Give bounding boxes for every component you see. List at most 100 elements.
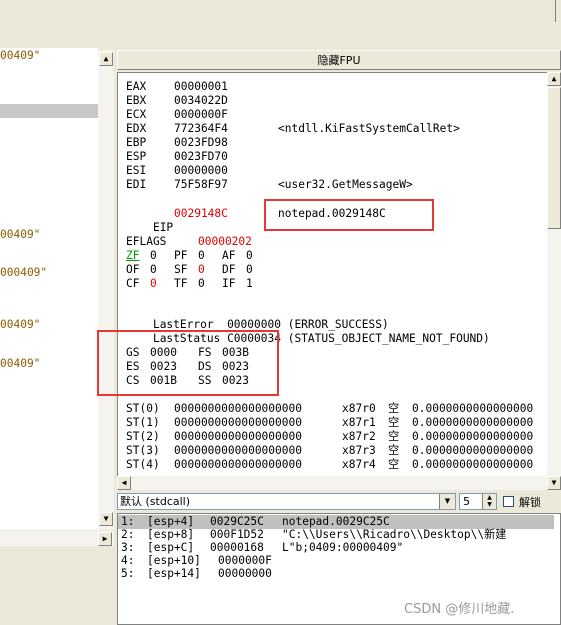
eip-value[interactable]: 0029148C bbox=[174, 207, 228, 221]
stack-arg-value[interactable]: 00000000 bbox=[218, 567, 272, 581]
top-splitter bbox=[555, 0, 561, 22]
watermark: CSDN @修川地藏. bbox=[404, 602, 515, 617]
flag-value[interactable]: 0 bbox=[150, 277, 157, 291]
left-bottom-blank bbox=[0, 546, 114, 625]
scroll-thumb[interactable] bbox=[547, 87, 561, 229]
last-status-desc: (STATUS_OBJECT_NAME_NOT_FOUND) bbox=[287, 332, 490, 345]
fpu-tag: x87r3 bbox=[342, 444, 376, 457]
stack-arg-ref: [esp+C] bbox=[147, 541, 195, 554]
register-value[interactable]: 772364F4 bbox=[174, 122, 228, 136]
stack-arg-index: 3: bbox=[121, 541, 135, 554]
scroll-up-icon[interactable]: ▲ bbox=[99, 52, 113, 66]
stack-arg-value[interactable]: 0000000F bbox=[218, 554, 272, 568]
stepper-icon[interactable]: ▲ ▼ bbox=[482, 494, 496, 509]
flag-name: DF bbox=[222, 263, 236, 276]
arg-count-value: 5 bbox=[463, 495, 470, 508]
fpu-register-name: ST(3) bbox=[126, 444, 160, 457]
fpu-float-value: 0.0000000000000000 bbox=[412, 430, 534, 443]
register-name: EDI bbox=[126, 178, 147, 191]
call-convention-select[interactable]: 默认 (stdcall) ▼ bbox=[117, 493, 456, 510]
fpu-float-value: 0.0000000000000000 bbox=[412, 416, 534, 429]
scroll-up-icon[interactable]: ▲ bbox=[547, 72, 561, 86]
register-name: ECX bbox=[126, 108, 147, 121]
fpu-register-name: ST(0) bbox=[126, 402, 160, 415]
register-comment: <user32.GetMessageW> bbox=[278, 178, 413, 191]
fpu-register-value[interactable]: 0000000000000000000 bbox=[174, 444, 302, 458]
call-convention-value: 默认 (stdcall) bbox=[120, 495, 191, 508]
flag-value[interactable]: 0 bbox=[150, 249, 157, 263]
decode-checkbox[interactable] bbox=[503, 496, 514, 507]
register-name: ESP bbox=[126, 150, 147, 163]
left-snippet: 00409" bbox=[0, 49, 41, 62]
fpu-tag: x87r4 bbox=[342, 458, 376, 471]
stack-arg-index: 5: bbox=[121, 567, 135, 580]
fpu-register-value[interactable]: 0000000000000000000 bbox=[174, 402, 302, 416]
register-value[interactable]: 0034022D bbox=[174, 94, 228, 108]
register-name: EIP bbox=[152, 221, 174, 234]
fpu-register-name: ST(1) bbox=[126, 416, 160, 429]
register-horizontal-scrollbar[interactable]: ◀ bbox=[117, 476, 547, 490]
flag-value[interactable]: 0 bbox=[246, 263, 253, 277]
flag-value[interactable]: 0 bbox=[246, 249, 253, 263]
stack-arg-ref: [esp+14] bbox=[147, 567, 201, 580]
left-dump-pane[interactable]: 00409" 00409" 000409" 00409" 00409" bbox=[0, 48, 98, 530]
register-vertical-scrollbar[interactable]: ▲ ▼ bbox=[547, 72, 561, 490]
flag-value[interactable]: 0 bbox=[198, 249, 205, 263]
arg-count-input[interactable]: 5 ▲ ▼ bbox=[459, 493, 497, 510]
flag-value[interactable]: 1 bbox=[246, 277, 253, 291]
register-comment: <ntdll.KiFastSystemCallRet> bbox=[278, 122, 460, 135]
stack-arg-ref: [esp+4] bbox=[147, 515, 195, 528]
fpu-float-value: 0.0000000000000000 bbox=[412, 458, 534, 471]
register-value[interactable]: 75F58F97 bbox=[174, 178, 228, 192]
left-snippet: 000409" bbox=[0, 266, 48, 279]
eip-highlight-box bbox=[264, 199, 434, 231]
left-horizontal-scrollbar[interactable]: ▶ bbox=[0, 531, 114, 546]
fpu-register-value[interactable]: 0000000000000000000 bbox=[174, 416, 302, 430]
fpu-register-value[interactable]: 0000000000000000000 bbox=[174, 458, 302, 472]
scroll-down-icon[interactable]: ▼ bbox=[547, 476, 561, 490]
fpu-tag: x87r2 bbox=[342, 430, 376, 443]
fpu-float-value: 0.0000000000000000 bbox=[412, 402, 534, 415]
stack-arg-index: 1: bbox=[121, 515, 135, 528]
fpu-toggle-header[interactable]: 隐藏FPU bbox=[117, 50, 561, 70]
flag-name: TF bbox=[174, 277, 188, 290]
chevron-down-icon[interactable]: ▼ bbox=[439, 494, 455, 509]
flag-name: ZF bbox=[126, 249, 140, 262]
flag-name: IF bbox=[222, 277, 236, 290]
scroll-down-icon[interactable]: ▼ bbox=[99, 512, 113, 526]
stack-arg-index: 4: bbox=[121, 554, 135, 567]
flag-value[interactable]: 0 bbox=[198, 277, 205, 291]
fpu-register-name: ST(2) bbox=[126, 430, 160, 443]
fpu-status: 空 bbox=[388, 416, 400, 429]
fpu-status: 空 bbox=[388, 430, 400, 443]
flag-name: SF bbox=[174, 263, 188, 276]
left-selection-bar bbox=[0, 104, 98, 118]
fpu-register-value[interactable]: 0000000000000000000 bbox=[174, 430, 302, 444]
stack-arg-ref: [esp+8] bbox=[147, 528, 195, 541]
stack-args-pane[interactable]: 1: [esp+4] 0029C25C notepad.0029C25C 2: [esp+… bbox=[117, 513, 561, 625]
scroll-left-icon[interactable]: ◀ bbox=[117, 476, 131, 490]
scroll-right-icon[interactable]: ▶ bbox=[98, 532, 112, 546]
register-value[interactable]: 00000000 bbox=[174, 164, 228, 178]
register-value[interactable]: 00000001 bbox=[174, 80, 228, 94]
left-snippet: 00409" bbox=[0, 318, 41, 331]
flag-name: CF bbox=[126, 277, 140, 290]
register-pane[interactable]: EAX 00000001 EBX 0034022D ECX 0000000F EDX 7723… bbox=[117, 72, 554, 490]
fpu-float-value: 0.0000000000000000 bbox=[412, 444, 534, 457]
register-value[interactable]: 0000000F bbox=[174, 108, 228, 122]
flag-name: AF bbox=[222, 249, 236, 262]
flag-value[interactable]: 0 bbox=[198, 263, 205, 277]
stack-arg-value[interactable]: 000F1D52 bbox=[210, 528, 264, 542]
decode-label: 解锁 bbox=[519, 496, 541, 509]
fpu-status: 空 bbox=[388, 444, 400, 457]
flag-value[interactable]: 0 bbox=[150, 263, 157, 277]
register-value[interactable]: 0023FD70 bbox=[174, 150, 228, 164]
register-name: EBP bbox=[126, 136, 147, 149]
segment-highlight-box bbox=[97, 330, 279, 396]
left-snippet: 00409" bbox=[0, 357, 41, 370]
stack-arg-value[interactable]: 0029C25C bbox=[210, 515, 264, 529]
eflags-value[interactable]: 00000202 bbox=[198, 235, 252, 249]
register-value[interactable]: 0023FD98 bbox=[174, 136, 228, 150]
left-vertical-scrollbar[interactable]: ▲ ▼ bbox=[98, 50, 114, 530]
stack-arg-value[interactable]: 00000168 bbox=[210, 541, 264, 555]
